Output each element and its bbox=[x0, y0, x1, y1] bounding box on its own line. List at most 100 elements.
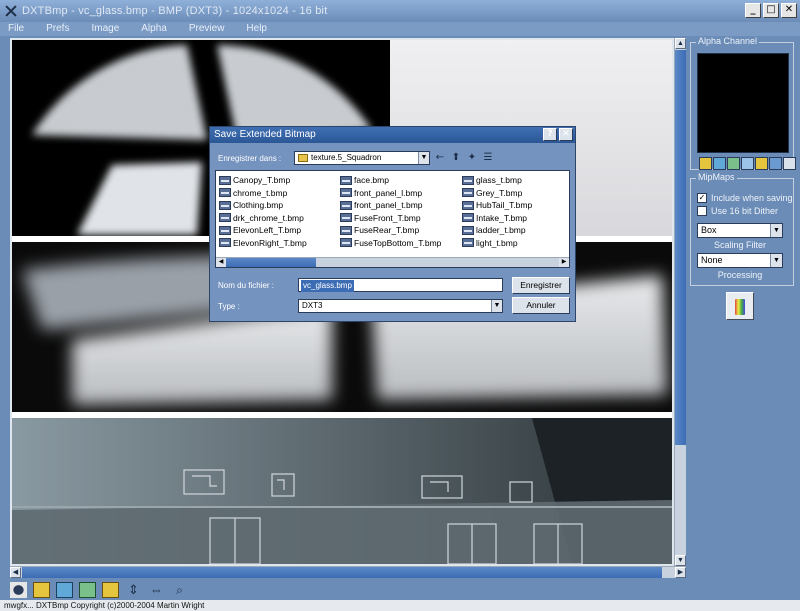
chevron-down-icon[interactable]: ▼ bbox=[491, 300, 502, 312]
up-folder-icon[interactable]: ⬆ bbox=[449, 151, 463, 164]
use-16bit-dither-checkbox[interactable] bbox=[697, 206, 707, 216]
dialog-close-button[interactable]: ✕ bbox=[559, 128, 573, 141]
list-item[interactable]: front_panel_l.bmp bbox=[340, 187, 441, 200]
file-icon bbox=[219, 238, 231, 248]
file-list-scrollbar[interactable]: ◀ ▶ bbox=[216, 257, 569, 267]
list-item[interactable]: FuseFront_T.bmp bbox=[340, 212, 441, 225]
zoom-icon[interactable]: ⌕ bbox=[171, 582, 188, 598]
list-item[interactable]: face.bmp bbox=[340, 174, 441, 187]
list-item[interactable]: Grey_T.bmp bbox=[462, 187, 532, 200]
scroll-right-arrow[interactable]: ▶ bbox=[559, 258, 569, 267]
list-item[interactable]: FuseTopBottom_T.bmp bbox=[340, 237, 441, 250]
list-item[interactable]: drk_chrome_t.bmp bbox=[219, 212, 307, 225]
list-item[interactable]: light_t.bmp bbox=[462, 237, 532, 250]
filename-value: vc_glass.bmp bbox=[301, 280, 354, 292]
file-icon bbox=[219, 175, 231, 185]
list-item[interactable]: ElevonLeft_T.bmp bbox=[219, 224, 307, 237]
close-button[interactable]: ✕ bbox=[781, 3, 797, 18]
right-panel: Alpha Channel MipMaps ✓ Include when sav… bbox=[688, 36, 796, 576]
file-icon bbox=[340, 213, 352, 223]
import-icon[interactable] bbox=[56, 582, 73, 598]
include-when-saving-label: Include when saving bbox=[711, 193, 793, 203]
menu-alpha[interactable]: Alpha bbox=[141, 22, 167, 36]
monitor-icon[interactable] bbox=[769, 157, 782, 170]
export-icon[interactable] bbox=[79, 582, 96, 598]
file-icon bbox=[340, 175, 352, 185]
back-arrow-icon[interactable]: ← bbox=[433, 151, 447, 164]
file-icon bbox=[462, 200, 474, 210]
menu-preview[interactable]: Preview bbox=[189, 22, 225, 36]
alpha-preview bbox=[697, 53, 789, 153]
scroll-up-arrow[interactable]: ▲ bbox=[675, 38, 686, 49]
scroll-left-arrow[interactable]: ◀ bbox=[10, 567, 21, 578]
menu-prefs[interactable]: Prefs bbox=[46, 22, 69, 36]
save-button[interactable]: Enregistrer bbox=[512, 277, 570, 294]
scroll-right-arrow[interactable]: ▶ bbox=[675, 567, 686, 578]
horizontal-scroll-thumb[interactable] bbox=[22, 567, 662, 578]
file-list[interactable]: Canopy_T.bmp chrome_t.bmp Clothing.bmp d… bbox=[215, 170, 570, 268]
process-button[interactable] bbox=[726, 292, 754, 320]
menu-file[interactable]: File bbox=[8, 22, 24, 36]
list-item[interactable]: ElevonRight_T.bmp bbox=[219, 237, 307, 250]
file-type-value: DXT3 bbox=[302, 301, 323, 310]
processing-value: None bbox=[701, 255, 723, 265]
eye-icon[interactable] bbox=[10, 582, 27, 598]
file-list-scroll-thumb[interactable] bbox=[226, 258, 316, 267]
dialog-title-text: Save Extended Bitmap bbox=[214, 129, 316, 140]
list-item[interactable]: glass_t.bmp bbox=[462, 174, 532, 187]
title-bar: DXTBmp - vc_glass.bmp - BMP (DXT3) - 102… bbox=[0, 0, 800, 22]
file-column-3: glass_t.bmp Grey_T.bmp HubTail_T.bmp Int… bbox=[462, 174, 532, 249]
folder-icon[interactable] bbox=[102, 582, 119, 598]
new-folder-icon[interactable]: ✦ bbox=[465, 151, 479, 164]
zoom-icon[interactable] bbox=[783, 157, 796, 170]
look-in-select[interactable]: texture.5_Squadron ▼ bbox=[294, 151, 430, 165]
processing-select[interactable]: None ▼ bbox=[697, 253, 783, 268]
vertical-flip-icon[interactable]: ⇕ bbox=[125, 582, 142, 598]
chevron-down-icon[interactable]: ▼ bbox=[770, 224, 782, 237]
list-item[interactable]: Canopy_T.bmp bbox=[219, 174, 307, 187]
export-icon[interactable] bbox=[727, 157, 740, 170]
paint-can-icon bbox=[735, 299, 745, 315]
help-button[interactable]: ? bbox=[543, 128, 557, 141]
scaling-filter-select[interactable]: Box ▼ bbox=[697, 223, 783, 238]
minimize-button[interactable]: _ bbox=[745, 3, 761, 18]
list-item[interactable]: Intake_T.bmp bbox=[462, 212, 532, 225]
list-item[interactable]: FuseRear_T.bmp bbox=[340, 224, 441, 237]
list-item[interactable]: ladder_t.bmp bbox=[462, 224, 532, 237]
view-icon[interactable] bbox=[741, 157, 754, 170]
list-item[interactable]: chrome_t.bmp bbox=[219, 187, 307, 200]
horizontal-scrollbar[interactable]: ◀ ▶ bbox=[10, 566, 686, 578]
open-folder-icon[interactable] bbox=[33, 582, 50, 598]
chevron-down-icon[interactable]: ▼ bbox=[770, 254, 782, 267]
dialog-title: Save Extended Bitmap ? ✕ bbox=[210, 127, 575, 143]
list-item[interactable]: HubTail_T.bmp bbox=[462, 199, 532, 212]
file-icon bbox=[219, 188, 231, 198]
folder-icon[interactable] bbox=[755, 157, 768, 170]
open-folder-icon[interactable] bbox=[699, 157, 712, 170]
file-type-select[interactable]: DXT3 ▼ bbox=[298, 299, 503, 313]
include-when-saving-checkbox[interactable]: ✓ bbox=[697, 193, 707, 203]
filename-input[interactable]: vc_glass.bmp bbox=[298, 278, 503, 292]
vertical-scroll-thumb[interactable] bbox=[675, 50, 686, 445]
menu-help[interactable]: Help bbox=[246, 22, 267, 36]
import-icon[interactable] bbox=[713, 157, 726, 170]
scroll-left-arrow[interactable]: ◀ bbox=[216, 258, 226, 267]
list-item[interactable]: front_panel_t.bmp bbox=[340, 199, 441, 212]
processing-label: Processing bbox=[717, 270, 763, 280]
file-icon bbox=[219, 225, 231, 235]
look-in-label: Enregistrer dans : bbox=[218, 154, 282, 163]
cancel-button[interactable]: Annuler bbox=[512, 297, 570, 314]
chevron-down-icon[interactable]: ▼ bbox=[418, 152, 429, 164]
bottom-toolbar: ⇕ ⇔ ⌕ bbox=[0, 580, 800, 600]
maximize-button[interactable]: □ bbox=[763, 3, 779, 18]
file-icon bbox=[219, 200, 231, 210]
scroll-down-arrow[interactable]: ▼ bbox=[675, 555, 686, 566]
menu-image[interactable]: Image bbox=[91, 22, 119, 36]
window-controls: _ □ ✕ bbox=[745, 3, 797, 18]
dialog-controls: ? ✕ bbox=[543, 128, 573, 141]
view-menu-icon[interactable]: ☰ bbox=[481, 151, 495, 164]
list-item[interactable]: Clothing.bmp bbox=[219, 199, 307, 212]
vertical-scrollbar[interactable]: ▲ ▼ bbox=[674, 38, 686, 566]
horizontal-flip-icon[interactable]: ⇔ bbox=[148, 582, 165, 598]
file-column-2: face.bmp front_panel_l.bmp front_panel_t… bbox=[340, 174, 441, 249]
